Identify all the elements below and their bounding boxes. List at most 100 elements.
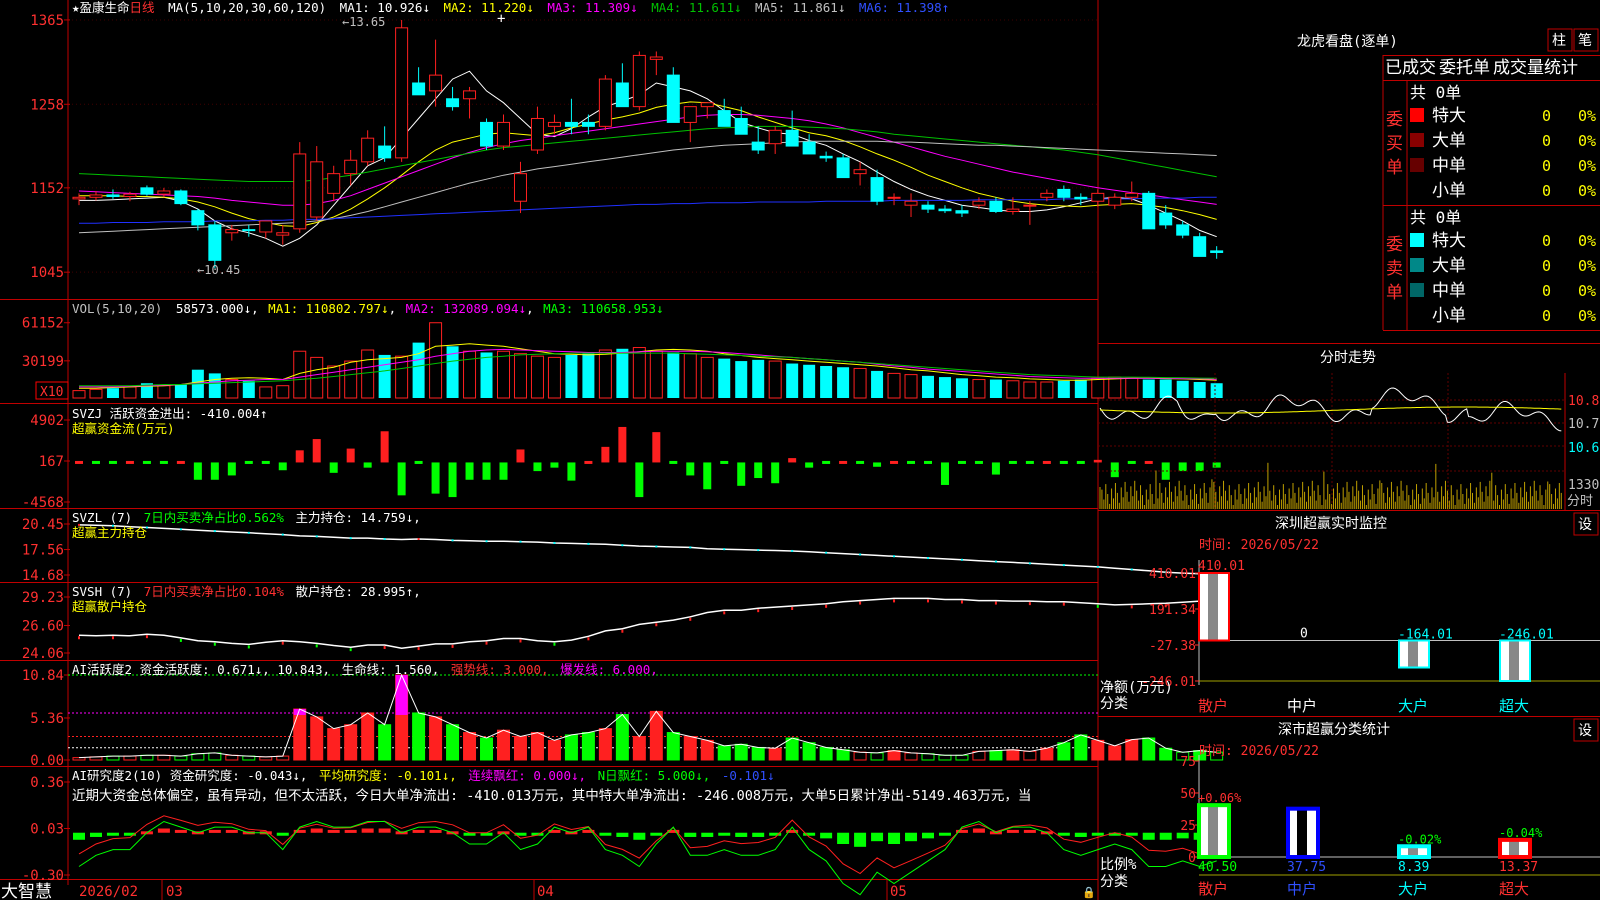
- svzl-dot: [994, 560, 997, 563]
- candle: [785, 110, 799, 147]
- vol-bar: [259, 386, 273, 399]
- research-bar: [276, 832, 289, 836]
- sell-side-char: 卖: [1386, 259, 1403, 279]
- vol-bar: [565, 354, 578, 398]
- svzj-bar: [1093, 459, 1102, 463]
- ai-bar: [327, 728, 341, 761]
- svzj-bar: [75, 460, 83, 464]
- sz-monitor-xlabel: 分类: [1100, 696, 1128, 712]
- research-bar: [1057, 832, 1070, 836]
- candle-body: [429, 74, 443, 92]
- ai-bar: [1091, 739, 1105, 761]
- svzj-bar: [788, 458, 797, 463]
- svzj-bar: [1195, 462, 1204, 472]
- ai-bar: [429, 716, 443, 761]
- sell-total: 共 0单: [1410, 208, 1461, 227]
- svg-text:柱[interactable]: 柱: [1552, 33, 1566, 49]
- ai-bar: [547, 739, 561, 761]
- svzj-bar: [669, 460, 678, 464]
- svzl-dot: [485, 540, 488, 543]
- research-bar: [429, 829, 442, 833]
- svzj-bar: [516, 449, 525, 463]
- ai-bar: [1108, 745, 1122, 761]
- svg-text:笔[interactable]: 笔: [1578, 33, 1592, 49]
- dragon-row-label: 小单: [1432, 306, 1466, 326]
- x-tick-mar: 03: [166, 884, 183, 900]
- candle: [174, 189, 188, 206]
- svzj-bar: [142, 460, 151, 464]
- research-bar: [616, 832, 629, 837]
- research-bar: [905, 832, 918, 842]
- ai-bar: [1023, 750, 1037, 761]
- candle-body: [1074, 196, 1088, 200]
- intraday-chart: 10.80 10.73 10.66 1330分时: [1098, 373, 1600, 510]
- svsh-dot: [689, 617, 692, 621]
- candle-body: [310, 161, 324, 218]
- research-bar: [73, 832, 85, 840]
- candle-body: [1057, 188, 1071, 198]
- vol-bar: [1193, 382, 1206, 398]
- intraday-price-label: 10.66: [1568, 441, 1600, 456]
- svzl-dot: [179, 528, 182, 531]
- ai-bar: [768, 747, 782, 761]
- ai-bar: [140, 754, 154, 761]
- candle: [208, 220, 222, 269]
- candle-body: [1006, 208, 1020, 212]
- candle-body: [1193, 236, 1207, 257]
- candle-body: [921, 204, 935, 210]
- svzj-bar: [856, 460, 865, 464]
- vol-bar: [820, 366, 833, 398]
- research-bar: [157, 828, 170, 833]
- vol-bar: [497, 350, 510, 399]
- ai-bar: [955, 754, 969, 761]
- tab-done[interactable]: 已成交: [1385, 58, 1436, 78]
- candle: [887, 193, 901, 206]
- candle-body: [1125, 192, 1139, 198]
- sz-monitor-bar-mid: [1509, 640, 1519, 681]
- x-tick-feb: 2026/02: [79, 884, 138, 900]
- research-bar: [922, 832, 934, 839]
- vol-bar: [837, 367, 850, 398]
- ai-active-bars: [72, 673, 1224, 761]
- candle-body: [530, 117, 544, 151]
- lock-icon[interactable]: 🔒: [1082, 886, 1096, 899]
- sz-class-delta: -0.02%: [1398, 832, 1442, 846]
- svzl-dot: [825, 551, 828, 554]
- sz-monitor-value: 410.01: [1198, 559, 1245, 574]
- svg-text:设[interactable]: 设: [1578, 517, 1592, 533]
- svzj-bar: [601, 446, 610, 463]
- research-bar: [871, 832, 884, 842]
- sz-class-xlabel: 分类: [1100, 874, 1128, 890]
- vol-unit[interactable]: X10: [40, 385, 63, 400]
- svg-text:设[interactable]: 设: [1578, 723, 1592, 739]
- sz-monitor-category: 中户: [1287, 697, 1317, 715]
- research-bar: [208, 829, 221, 833]
- dragon-row: 小单 0 0%: [1432, 306, 1596, 326]
- candle-body: [1040, 192, 1054, 198]
- tab-orders[interactable]: 委托单: [1439, 58, 1490, 78]
- candle: [412, 67, 426, 96]
- intraday-title: 分时走势: [1320, 350, 1376, 366]
- svzl-subtitle: 超赢主力持仓: [72, 525, 148, 540]
- tab-volume-stats[interactable]: 成交量统计: [1493, 58, 1578, 78]
- candle: [819, 151, 833, 162]
- sz-class-bar: [1286, 806, 1320, 859]
- svzl-dot: [1062, 564, 1065, 567]
- candle: [615, 63, 629, 108]
- ai-bar: [1159, 747, 1173, 761]
- dragon-row-swatch: [1410, 133, 1424, 147]
- svzl-dot: [281, 533, 284, 536]
- ai-bar: [72, 757, 86, 761]
- svzl-dot: [553, 542, 556, 545]
- ai-bar: [717, 745, 731, 761]
- dragon-row-swatch: [1410, 283, 1424, 297]
- vol-bar: [480, 352, 493, 398]
- svzl-dot: [1028, 562, 1031, 565]
- research-bar: [89, 832, 102, 837]
- svzj-subtitle: 超赢资金流(万元): [72, 421, 175, 436]
- vol-bar: [463, 350, 477, 399]
- svzj-bar: [635, 462, 644, 498]
- sz-class-value: 8.39: [1398, 860, 1429, 875]
- price-y-axis: 1365 1258 1152 1045: [30, 13, 70, 281]
- research-bar: [1006, 829, 1019, 833]
